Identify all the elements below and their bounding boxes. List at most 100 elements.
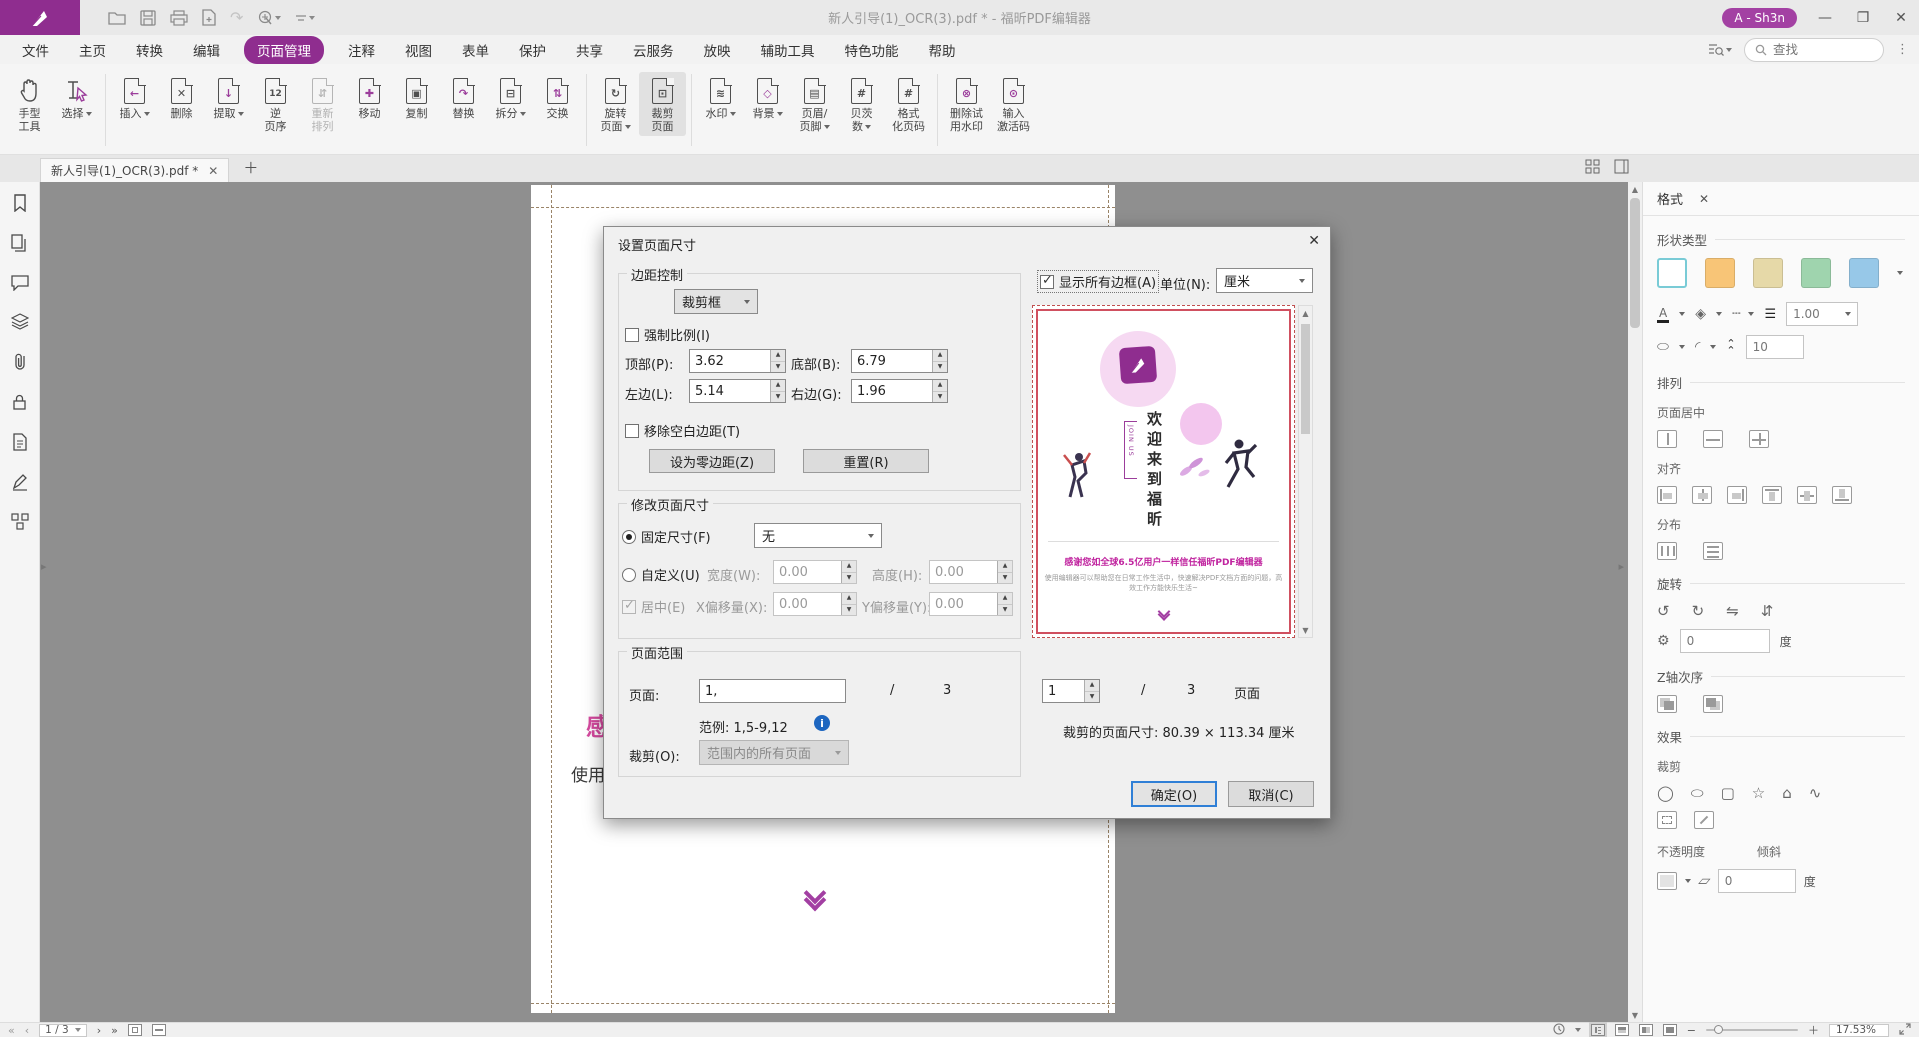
menu-view[interactable]: 视图 <box>405 40 432 60</box>
align-left-icon[interactable] <box>1657 486 1677 504</box>
center-both-icon[interactable] <box>1749 430 1769 448</box>
align-bottom-icon[interactable] <box>1832 486 1852 504</box>
side-panel-icon[interactable] <box>1614 159 1629 178</box>
rotate-right-icon[interactable]: ↻ <box>1692 602 1705 620</box>
signature-icon[interactable] <box>11 473 29 491</box>
custom-size-radio[interactable]: 自定义(U) <box>622 565 700 584</box>
shape-style-swatch-1[interactable] <box>1657 258 1687 288</box>
last-page-icon[interactable]: » <box>111 1024 118 1037</box>
right-margin-field[interactable]: ▲▼ <box>851 379 948 403</box>
crop-polygon-icon[interactable]: ⌂ <box>1782 784 1792 802</box>
shape-style-swatch-4[interactable] <box>1801 258 1831 288</box>
minimize-button[interactable]: — <box>1815 10 1835 26</box>
previous-page-icon[interactable]: ‹ <box>25 1024 29 1037</box>
canvas-scrollbar[interactable]: ▲ ▼ <box>1628 182 1642 1022</box>
ribbon-tool-duplicate[interactable]: ▣ 复制 <box>393 72 440 123</box>
customize-toolbar-button[interactable] <box>295 12 315 24</box>
menu-features[interactable]: 特色功能 <box>845 40 899 60</box>
scrollbar-thumb[interactable] <box>1630 198 1640 328</box>
ribbon-tool-move[interactable]: ✚ 移动 <box>346 72 393 123</box>
zoom-slider-knob[interactable] <box>1714 1025 1723 1034</box>
fill-color-icon[interactable]: ◈ <box>1695 306 1706 322</box>
fill-color-caret[interactable] <box>1716 312 1722 316</box>
center-vertical-icon[interactable] <box>1703 430 1723 448</box>
menu-help[interactable]: 帮助 <box>929 40 956 60</box>
zoom-out-icon[interactable]: − <box>1687 1024 1696 1037</box>
preview-scrollbar[interactable]: ▲ ▼ <box>1298 305 1313 638</box>
align-middle-icon[interactable] <box>1797 486 1817 504</box>
ribbon-tool-swap[interactable]: ⇅ 交换 <box>534 72 581 123</box>
font-color-caret[interactable] <box>1679 312 1685 316</box>
box-type-dropdown[interactable]: 裁剪框 <box>674 289 758 314</box>
ribbon-tool-select[interactable]: 选择 <box>53 72 100 123</box>
distribute-horizontal-icon[interactable] <box>1657 542 1677 560</box>
fixed-size-radio[interactable]: 固定尺寸(F) <box>622 527 711 546</box>
menu-share[interactable]: 共享 <box>576 40 603 60</box>
more-styles-icon[interactable] <box>1897 271 1903 275</box>
ribbon-tool-delete[interactable]: ✕ 删除 <box>158 72 205 123</box>
rotate-left-icon[interactable]: ↺ <box>1657 602 1670 620</box>
left-margin-input[interactable] <box>690 380 770 402</box>
distribute-vertical-icon[interactable] <box>1703 542 1723 560</box>
facing-view-icon[interactable] <box>1639 1024 1653 1036</box>
fields-icon[interactable] <box>11 513 29 530</box>
bookmarks-icon[interactable] <box>12 194 28 212</box>
dash-style-caret[interactable] <box>1748 312 1754 316</box>
crop-rectangle-icon[interactable] <box>1657 811 1677 829</box>
font-color-icon[interactable]: A <box>1657 306 1669 323</box>
ribbon-tool-replace[interactable]: ↷ 替换 <box>440 72 487 123</box>
menu-protect[interactable]: 保护 <box>519 40 546 60</box>
open-file-button[interactable] <box>108 10 126 26</box>
left-margin-spinner[interactable]: ▲▼ <box>770 380 785 402</box>
line-width-combo[interactable]: 1.00 <box>1786 302 1858 326</box>
scroll-down-icon[interactable]: ▼ <box>1628 1008 1642 1022</box>
send-backward-icon[interactable] <box>1703 695 1723 713</box>
remove-white-margins-checkbox[interactable]: 移除空白边距(T) <box>625 421 740 440</box>
show-all-borders-checkbox[interactable]: 显示所有边框(A) <box>1038 271 1158 292</box>
flip-horizontal-icon[interactable]: ⇋ <box>1726 602 1739 620</box>
ribbon-tool-background[interactable]: ◇ 背景 <box>744 72 791 123</box>
menu-comment[interactable]: 注释 <box>348 40 375 60</box>
center-horizontal-icon[interactable] <box>1657 430 1677 448</box>
line-weight-icon[interactable]: ☰ <box>1764 307 1776 322</box>
zoom-in-icon[interactable]: ＋ <box>1808 1022 1819 1037</box>
continuous-view-icon[interactable] <box>1615 1024 1629 1036</box>
top-margin-input[interactable] <box>690 350 770 372</box>
right-margin-spinner[interactable]: ▲▼ <box>932 380 947 402</box>
account-avatar[interactable]: A - Sh3n <box>1722 8 1797 28</box>
corner-style-caret[interactable] <box>1710 345 1716 349</box>
find-replace-icon[interactable] <box>1708 43 1732 57</box>
flip-vertical-icon[interactable]: ⇵ <box>1761 602 1774 620</box>
info-icon[interactable]: i <box>814 715 830 731</box>
ribbon-tool-watermark[interactable]: ≋ 水印 <box>697 72 744 123</box>
menu-file[interactable]: 文件 <box>22 40 49 60</box>
set-zero-margin-button[interactable]: 设为零边距(Z) <box>649 449 775 473</box>
opacity-swatch-icon[interactable] <box>1657 872 1677 890</box>
line-style-caret[interactable] <box>1679 345 1685 349</box>
ribbon-tool-enter-activation-code[interactable]: ⊙ 输入 激活码 <box>990 72 1037 136</box>
first-page-icon[interactable]: « <box>8 1024 15 1037</box>
format-tab[interactable]: 格式 <box>1657 189 1683 208</box>
opacity-caret[interactable] <box>1685 879 1691 883</box>
align-right-icon[interactable] <box>1727 486 1747 504</box>
ribbon-tool-insert[interactable]: ← 插入 <box>111 72 158 123</box>
print-button[interactable] <box>170 10 188 26</box>
save-button[interactable] <box>140 10 156 26</box>
rotate-view-caret[interactable] <box>1575 1028 1581 1032</box>
top-margin-field[interactable]: ▲▼ <box>689 349 786 373</box>
bottom-margin-field[interactable]: ▲▼ <box>851 349 948 373</box>
skew-input[interactable]: 0 <box>1718 869 1796 893</box>
page-thumbnails-icon[interactable] <box>11 234 28 252</box>
grid-view-icon[interactable] <box>1585 159 1600 178</box>
attachments-icon[interactable] <box>13 352 27 371</box>
ribbon-tool-extract[interactable]: ↓ 提取 <box>205 72 252 123</box>
crop-oval-icon[interactable]: ⬭ <box>1691 784 1704 802</box>
unit-dropdown[interactable]: 厘米 <box>1216 268 1313 293</box>
right-margin-input[interactable] <box>852 380 932 402</box>
shape-style-swatch-3[interactable] <box>1753 258 1783 288</box>
next-page-icon[interactable]: › <box>97 1024 101 1037</box>
ribbon-tool-format-page-number[interactable]: # 格式 化页码 <box>885 72 932 136</box>
page-range-field[interactable] <box>699 679 846 703</box>
fullscreen-icon[interactable] <box>1899 1023 1911 1037</box>
scroll-down-icon[interactable]: ▼ <box>1299 623 1312 637</box>
